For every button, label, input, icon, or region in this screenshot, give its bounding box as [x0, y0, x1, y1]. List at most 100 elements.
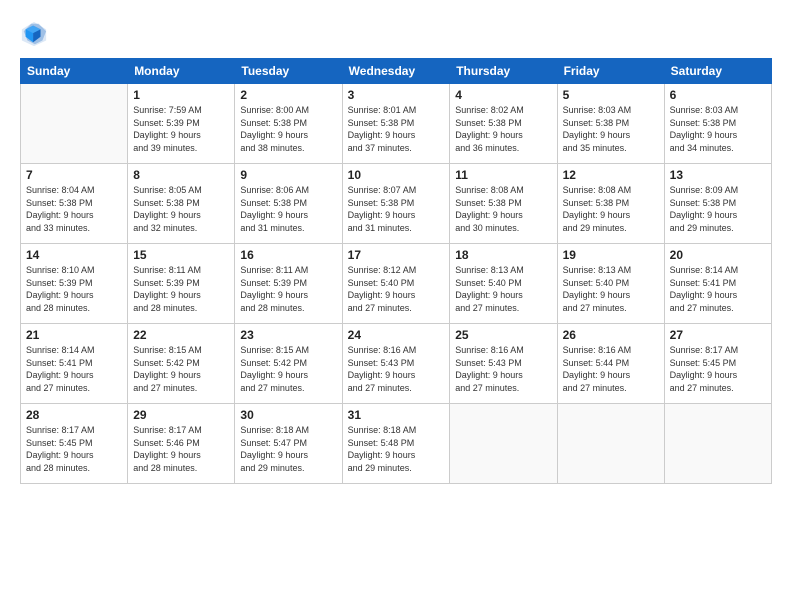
day-number: 12: [563, 168, 659, 182]
calendar-cell: 27 Sunrise: 8:17 AM Sunset: 5:45 PM Dayli…: [664, 324, 771, 404]
header-monday: Monday: [128, 59, 235, 84]
day-info: Sunrise: 8:08 AM Sunset: 5:38 PM Dayligh…: [563, 184, 659, 234]
day-number: 24: [348, 328, 445, 342]
day-info: Sunrise: 8:03 AM Sunset: 5:38 PM Dayligh…: [563, 104, 659, 154]
day-info: Sunrise: 7:59 AM Sunset: 5:39 PM Dayligh…: [133, 104, 229, 154]
calendar-cell: [557, 404, 664, 484]
header-wednesday: Wednesday: [342, 59, 450, 84]
day-number: 28: [26, 408, 122, 422]
calendar-cell: 26Sunrise: 8:16 AM Sunset: 5:44 PM Dayli…: [557, 324, 664, 404]
calendar-cell: 14 Sunrise: 8:10 AM Sunset: 5:39 PM Dayli…: [21, 244, 128, 324]
day-info: Sunrise: 8:11 AM Sunset: 5:39 PM Dayligh…: [133, 264, 229, 314]
day-number: 17: [348, 248, 445, 262]
day-number: 30: [240, 408, 336, 422]
day-info: Sunrise: 8:01 AM Sunset: 5:38 PM Dayligh…: [348, 104, 445, 154]
calendar-week-row: 21 Sunrise: 8:14 AM Sunset: 5:41 PM Dayli…: [21, 324, 772, 404]
calendar-cell: 13 Sunrise: 8:09 AM Sunset: 5:38 PM Dayli…: [664, 164, 771, 244]
calendar-cell: 18 Sunrise: 8:13 AM Sunset: 5:40 PM Dayli…: [450, 244, 557, 324]
day-info: Sunrise: 8:15 AM Sunset: 5:42 PM Dayligh…: [133, 344, 229, 394]
calendar-cell: [450, 404, 557, 484]
day-info: Sunrise: 8:12 AM Sunset: 5:40 PM Dayligh…: [348, 264, 445, 314]
calendar-cell: 22 Sunrise: 8:15 AM Sunset: 5:42 PM Dayli…: [128, 324, 235, 404]
day-number: 23: [240, 328, 336, 342]
day-info: Sunrise: 8:08 AM Sunset: 5:38 PM Dayligh…: [455, 184, 551, 234]
calendar-cell: 3Sunrise: 8:01 AM Sunset: 5:38 PM Daylig…: [342, 84, 450, 164]
day-number: 10: [348, 168, 445, 182]
day-info: Sunrise: 8:13 AM Sunset: 5:40 PM Dayligh…: [563, 264, 659, 314]
day-number: 29: [133, 408, 229, 422]
day-info: Sunrise: 8:00 AM Sunset: 5:38 PM Dayligh…: [240, 104, 336, 154]
header-thursday: Thursday: [450, 59, 557, 84]
day-number: 14: [26, 248, 122, 262]
calendar-cell: 28 Sunrise: 8:17 AM Sunset: 5:45 PM Dayli…: [21, 404, 128, 484]
day-number: 31: [348, 408, 445, 422]
day-number: 25: [455, 328, 551, 342]
calendar-cell: 30 Sunrise: 8:18 AM Sunset: 5:47 PM Dayli…: [235, 404, 342, 484]
day-info: Sunrise: 8:06 AM Sunset: 5:38 PM Dayligh…: [240, 184, 336, 234]
day-info: Sunrise: 8:17 AM Sunset: 5:45 PM Dayligh…: [26, 424, 122, 474]
day-number: 5: [563, 88, 659, 102]
day-number: 21: [26, 328, 122, 342]
calendar-cell: 9 Sunrise: 8:06 AM Sunset: 5:38 PM Daylig…: [235, 164, 342, 244]
calendar-table: SundayMondayTuesdayWednesdayThursdayFrid…: [20, 58, 772, 484]
day-info: Sunrise: 8:17 AM Sunset: 5:45 PM Dayligh…: [670, 344, 766, 394]
day-info: Sunrise: 8:16 AM Sunset: 5:43 PM Dayligh…: [348, 344, 445, 394]
day-info: Sunrise: 8:14 AM Sunset: 5:41 PM Dayligh…: [670, 264, 766, 314]
calendar-cell: 1 Sunrise: 7:59 AM Sunset: 5:39 PM Daylig…: [128, 84, 235, 164]
day-number: 11: [455, 168, 551, 182]
day-number: 27: [670, 328, 766, 342]
day-number: 16: [240, 248, 336, 262]
day-info: Sunrise: 8:10 AM Sunset: 5:39 PM Dayligh…: [26, 264, 122, 314]
day-number: 22: [133, 328, 229, 342]
day-info: Sunrise: 8:13 AM Sunset: 5:40 PM Dayligh…: [455, 264, 551, 314]
calendar-cell: 12 Sunrise: 8:08 AM Sunset: 5:38 PM Dayli…: [557, 164, 664, 244]
day-info: Sunrise: 8:07 AM Sunset: 5:38 PM Dayligh…: [348, 184, 445, 234]
calendar-cell: 10 Sunrise: 8:07 AM Sunset: 5:38 PM Dayli…: [342, 164, 450, 244]
day-info: Sunrise: 8:18 AM Sunset: 5:48 PM Dayligh…: [348, 424, 445, 474]
calendar-week-row: 7 Sunrise: 8:04 AM Sunset: 5:38 PM Daylig…: [21, 164, 772, 244]
day-number: 15: [133, 248, 229, 262]
day-info: Sunrise: 8:05 AM Sunset: 5:38 PM Dayligh…: [133, 184, 229, 234]
day-info: Sunrise: 8:18 AM Sunset: 5:47 PM Dayligh…: [240, 424, 336, 474]
day-info: Sunrise: 8:11 AM Sunset: 5:39 PM Dayligh…: [240, 264, 336, 314]
header-tuesday: Tuesday: [235, 59, 342, 84]
calendar-cell: 4 Sunrise: 8:02 AM Sunset: 5:38 PM Daylig…: [450, 84, 557, 164]
day-info: Sunrise: 8:03 AM Sunset: 5:38 PM Dayligh…: [670, 104, 766, 154]
day-info: Sunrise: 8:16 AM Sunset: 5:44 PM Dayligh…: [563, 344, 659, 394]
day-info: Sunrise: 8:16 AM Sunset: 5:43 PM Dayligh…: [455, 344, 551, 394]
calendar-cell: 6 Sunrise: 8:03 AM Sunset: 5:38 PM Daylig…: [664, 84, 771, 164]
day-number: 4: [455, 88, 551, 102]
day-number: 6: [670, 88, 766, 102]
day-info: Sunrise: 8:02 AM Sunset: 5:38 PM Dayligh…: [455, 104, 551, 154]
day-number: 13: [670, 168, 766, 182]
calendar-cell: 25 Sunrise: 8:16 AM Sunset: 5:43 PM Dayli…: [450, 324, 557, 404]
calendar-cell: 5 Sunrise: 8:03 AM Sunset: 5:38 PM Daylig…: [557, 84, 664, 164]
day-number: 9: [240, 168, 336, 182]
calendar-cell: [664, 404, 771, 484]
calendar-week-row: 14 Sunrise: 8:10 AM Sunset: 5:39 PM Dayli…: [21, 244, 772, 324]
calendar-cell: 29 Sunrise: 8:17 AM Sunset: 5:46 PM Dayli…: [128, 404, 235, 484]
calendar-header-row: SundayMondayTuesdayWednesdayThursdayFrid…: [21, 59, 772, 84]
day-info: Sunrise: 8:04 AM Sunset: 5:38 PM Dayligh…: [26, 184, 122, 234]
day-number: 18: [455, 248, 551, 262]
day-number: 7: [26, 168, 122, 182]
calendar-cell: 16 Sunrise: 8:11 AM Sunset: 5:39 PM Dayli…: [235, 244, 342, 324]
calendar-cell: 2 Sunrise: 8:00 AM Sunset: 5:38 PM Daylig…: [235, 84, 342, 164]
day-info: Sunrise: 8:17 AM Sunset: 5:46 PM Dayligh…: [133, 424, 229, 474]
day-number: 2: [240, 88, 336, 102]
header-sunday: Sunday: [21, 59, 128, 84]
calendar-cell: 23Sunrise: 8:15 AM Sunset: 5:42 PM Dayli…: [235, 324, 342, 404]
calendar-week-row: 28 Sunrise: 8:17 AM Sunset: 5:45 PM Dayli…: [21, 404, 772, 484]
day-info: Sunrise: 8:14 AM Sunset: 5:41 PM Dayligh…: [26, 344, 122, 394]
day-info: Sunrise: 8:09 AM Sunset: 5:38 PM Dayligh…: [670, 184, 766, 234]
calendar-cell: 15 Sunrise: 8:11 AM Sunset: 5:39 PM Dayli…: [128, 244, 235, 324]
day-number: 1: [133, 88, 229, 102]
calendar-cell: 24 Sunrise: 8:16 AM Sunset: 5:43 PM Dayli…: [342, 324, 450, 404]
day-number: 20: [670, 248, 766, 262]
calendar-cell: 17 Sunrise: 8:12 AM Sunset: 5:40 PM Dayli…: [342, 244, 450, 324]
calendar-cell: 19Sunrise: 8:13 AM Sunset: 5:40 PM Dayli…: [557, 244, 664, 324]
calendar-cell: 7 Sunrise: 8:04 AM Sunset: 5:38 PM Daylig…: [21, 164, 128, 244]
calendar-cell: 31 Sunrise: 8:18 AM Sunset: 5:48 PM Dayli…: [342, 404, 450, 484]
calendar-cell: 8Sunrise: 8:05 AM Sunset: 5:38 PM Daylig…: [128, 164, 235, 244]
calendar-cell: 20 Sunrise: 8:14 AM Sunset: 5:41 PM Dayli…: [664, 244, 771, 324]
